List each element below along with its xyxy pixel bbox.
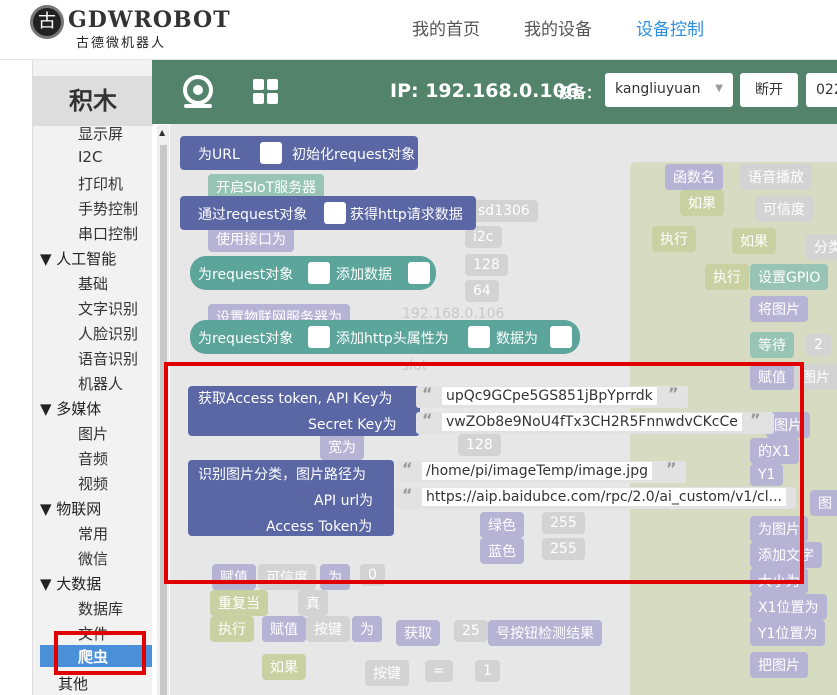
ghost-text: 按键	[365, 660, 409, 686]
gdwrobot-logo[interactable]: 古 GDWROBOT 古德微机器人	[30, 3, 230, 53]
logo-text-en: GDWROBOT	[68, 7, 231, 33]
input-slot[interactable]	[468, 326, 490, 348]
block-label: 为URL	[198, 147, 240, 163]
sidebar-item[interactable]: 文字识别	[78, 298, 138, 319]
sidebar-item[interactable]: 其他	[58, 673, 88, 694]
request-add-data-block[interactable]: 为request对象 添加数据	[190, 256, 436, 290]
block-label: 为request对象	[198, 331, 294, 347]
input-slot[interactable]	[308, 326, 330, 348]
sidebar-item[interactable]: 视频	[78, 473, 108, 494]
top-navigation: 古 GDWROBOT 古德微机器人 我的首页 我的设备 设备控制	[0, 0, 837, 60]
ghost-text: 64	[465, 280, 499, 302]
ghost-text: sd1306	[470, 200, 538, 222]
block-label: 为request对象	[198, 267, 294, 283]
sidebar-item[interactable]: 图片	[78, 423, 108, 444]
ghost-text: 25	[454, 620, 488, 642]
ghost-block: 执行	[705, 264, 749, 290]
chevron-down-icon: ▼	[715, 83, 723, 94]
input-slot[interactable]	[408, 262, 430, 284]
sidebar-item[interactable]: 打印机	[78, 173, 123, 194]
input-slot[interactable]	[308, 262, 330, 284]
ghost-block: 重复当	[210, 590, 268, 616]
sidebar-item[interactable]: 数据库	[78, 598, 123, 619]
ghost-block: 如果	[732, 228, 776, 254]
input-slot[interactable]	[260, 142, 282, 164]
device-select-value: kangliuyuan	[615, 81, 701, 97]
ghost-block: 图	[810, 490, 837, 516]
block-label: 数据为	[496, 331, 538, 347]
input-slot[interactable]	[324, 202, 346, 224]
sidebar-item[interactable]: ▼ 大数据	[40, 573, 101, 594]
disconnect-button[interactable]: 断开	[740, 73, 798, 107]
device-select[interactable]: kangliuyuan ▼	[605, 73, 733, 107]
ghost-block: 获取	[396, 620, 440, 646]
sidebar-item[interactable]: 串口控制	[78, 223, 138, 244]
ghost-block: X1位置为	[750, 594, 827, 620]
ghost-block: 赋值	[262, 616, 306, 642]
block-label: 添加数据	[336, 267, 392, 283]
ip-address-label: IP: 192.168.0.106	[390, 80, 580, 102]
device-label: 设备：	[558, 86, 600, 102]
sidebar-item[interactable]: 人脸识别	[78, 323, 138, 344]
ghost-text: 2	[806, 334, 831, 356]
sidebar-item[interactable]: 基础	[78, 273, 108, 294]
ghost-text: 可信度	[755, 196, 813, 222]
ghost-block: 为	[352, 616, 382, 642]
sidebar-item[interactable]: 机器人	[78, 373, 123, 394]
block-label: 添加http头属性为	[336, 331, 449, 347]
ghost-block: 执行	[652, 226, 696, 252]
sidebar-title: 积木	[33, 76, 153, 126]
block-label: 通过request对象	[198, 207, 308, 223]
scroll-up-arrow-icon[interactable]: ▲	[159, 128, 165, 137]
sidebar-item[interactable]: ▼ 物联网	[40, 498, 101, 519]
sidebar-item[interactable]: I2C	[78, 148, 102, 166]
sidebar-item[interactable]: 微信	[78, 548, 108, 569]
extra-field[interactable]: 022	[806, 73, 837, 107]
ghost-block: 函数名	[665, 164, 723, 190]
camera-icon[interactable]	[180, 74, 216, 110]
ghost-block: 号按钮检测结果	[488, 620, 602, 646]
block-label: 获得http请求数据	[350, 207, 463, 223]
ghost-text: 分类	[806, 234, 837, 260]
sidebar-item[interactable]: ▼ 多媒体	[40, 398, 101, 419]
ghost-block: 如果	[680, 190, 724, 216]
ghost-text: 语音播放	[740, 164, 812, 190]
sidebar-item[interactable]: 手势控制	[78, 198, 138, 219]
request-add-header-block[interactable]: 为request对象 添加http头属性为 数据为	[190, 320, 580, 354]
ghost-text: 按键	[306, 616, 350, 642]
ghost-block: 将图片	[750, 296, 808, 322]
ghost-text: =	[425, 660, 453, 682]
ghost-block: 如果	[262, 654, 306, 680]
apps-grid-icon[interactable]	[252, 78, 280, 106]
logo-text-cn: 古德微机器人	[76, 36, 167, 51]
sidebar-item[interactable]: ▼ 人工智能	[40, 248, 116, 269]
nav-my-devices[interactable]: 我的设备	[524, 15, 592, 40]
sidebar-item[interactable]: 语音识别	[78, 348, 138, 369]
workspace-toolbar: IP: 192.168.0.106 设备：	[152, 60, 837, 124]
get-http-data-block[interactable]: 通过request对象 获得http请求数据	[180, 196, 476, 230]
logo-emblem: 古	[30, 5, 64, 39]
nav-home[interactable]: 我的首页	[412, 15, 480, 40]
sidebar-item[interactable]: 音频	[78, 448, 108, 469]
highlight-box-crawler	[54, 631, 146, 675]
ghost-text: 1	[475, 660, 500, 682]
input-slot[interactable]	[550, 326, 572, 348]
ghost-block: Y1位置为	[750, 620, 826, 646]
ghost-block: 等待	[750, 332, 794, 358]
ghost-block: 执行	[210, 616, 254, 642]
ghost-text: 真	[298, 590, 328, 616]
ghost-block: 设置GPIO	[750, 264, 829, 290]
sidebar-item[interactable]: 常用	[78, 523, 108, 544]
ghost-text: 128	[465, 254, 508, 276]
nav-device-control[interactable]: 设备控制	[636, 15, 704, 40]
highlight-box-blocks	[164, 362, 804, 584]
ghost-block: 把图片	[750, 652, 808, 678]
block-label: 初始化request对象	[292, 147, 416, 163]
url-init-request-block[interactable]: 为URL 初始化request对象	[180, 136, 418, 170]
sidebar-item[interactable]: 显示屏	[78, 123, 123, 144]
